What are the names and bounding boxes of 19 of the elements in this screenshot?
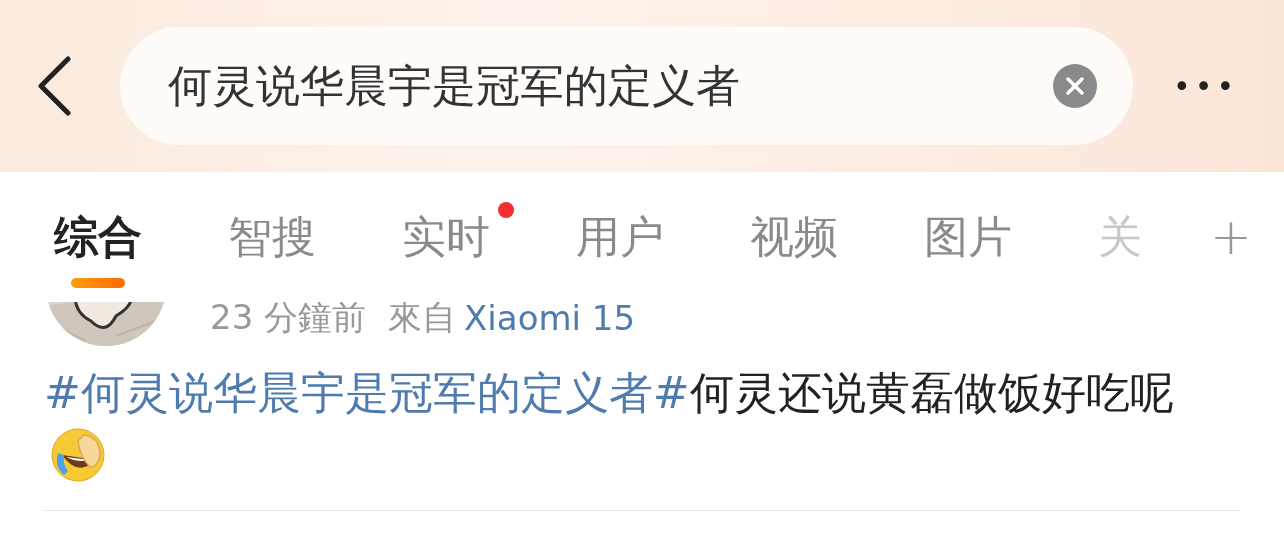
source-label: 來自: [388, 296, 457, 339]
search-bar[interactable]: 何灵说华晨宇是冠军的定义者: [120, 27, 1133, 145]
tab[interactable]: 实时: [402, 207, 490, 267]
back-icon[interactable]: [36, 56, 72, 116]
tab[interactable]: 智搜: [228, 207, 316, 267]
tab-indicator: [71, 277, 125, 288]
tab[interactable]: 用户: [576, 207, 664, 267]
tab[interactable]: 视频: [750, 207, 838, 267]
add-tab-button[interactable]: +: [1210, 208, 1252, 266]
tab[interactable]: 图片: [924, 207, 1012, 267]
source-link[interactable]: Xiaomi 15: [464, 298, 636, 338]
laughing-emoji-icon: [50, 427, 106, 483]
more-button[interactable]: •••: [1173, 68, 1239, 104]
hashtag-link[interactable]: #何灵说华晨宇是冠军的定义者#: [44, 367, 690, 418]
post-time: 23 分鐘前: [210, 296, 367, 339]
clear-icon[interactable]: [1053, 64, 1097, 108]
tab[interactable]: 综合: [54, 207, 142, 267]
post-text: #何灵说华晨宇是冠军的定义者#何灵还说黄磊做饭好吃呢: [44, 360, 1194, 490]
search-field[interactable]: 何灵说华晨宇是冠军的定义者: [168, 60, 1041, 112]
